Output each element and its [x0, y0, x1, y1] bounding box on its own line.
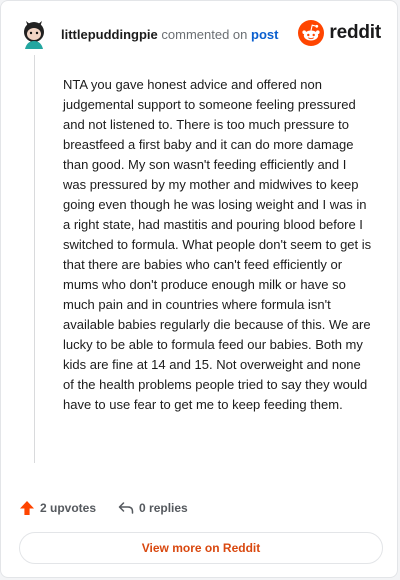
upvote-button[interactable]: 2 upvotes: [19, 500, 96, 516]
comment-header: littlepuddingpie commented on post reddi…: [21, 19, 381, 51]
comment-footer: 2 upvotes 0 replies: [19, 497, 188, 519]
username-link[interactable]: littlepuddingpie: [61, 27, 158, 42]
post-link[interactable]: post: [251, 27, 278, 42]
upvote-arrow-icon: [20, 501, 34, 515]
user-avatar[interactable]: [21, 20, 47, 50]
replies-button[interactable]: 0 replies: [118, 501, 188, 515]
comment-body: NTA you gave honest advice and offered n…: [63, 77, 372, 412]
reddit-logo-icon: [298, 20, 325, 46]
comment-meta: littlepuddingpie commented on post: [61, 27, 278, 43]
upvote-count: 2 upvotes: [40, 501, 97, 515]
reply-arrow-icon: [118, 502, 134, 514]
view-more-button[interactable]: View more on Reddit: [19, 532, 383, 564]
action-text: commented on: [161, 27, 248, 42]
reddit-wordmark: reddit: [329, 22, 381, 43]
comment-card: littlepuddingpie commented on post reddi…: [0, 0, 398, 578]
reddit-brand[interactable]: reddit: [298, 20, 381, 46]
thread-line: [34, 55, 35, 463]
replies-count: 0 replies: [139, 501, 188, 515]
